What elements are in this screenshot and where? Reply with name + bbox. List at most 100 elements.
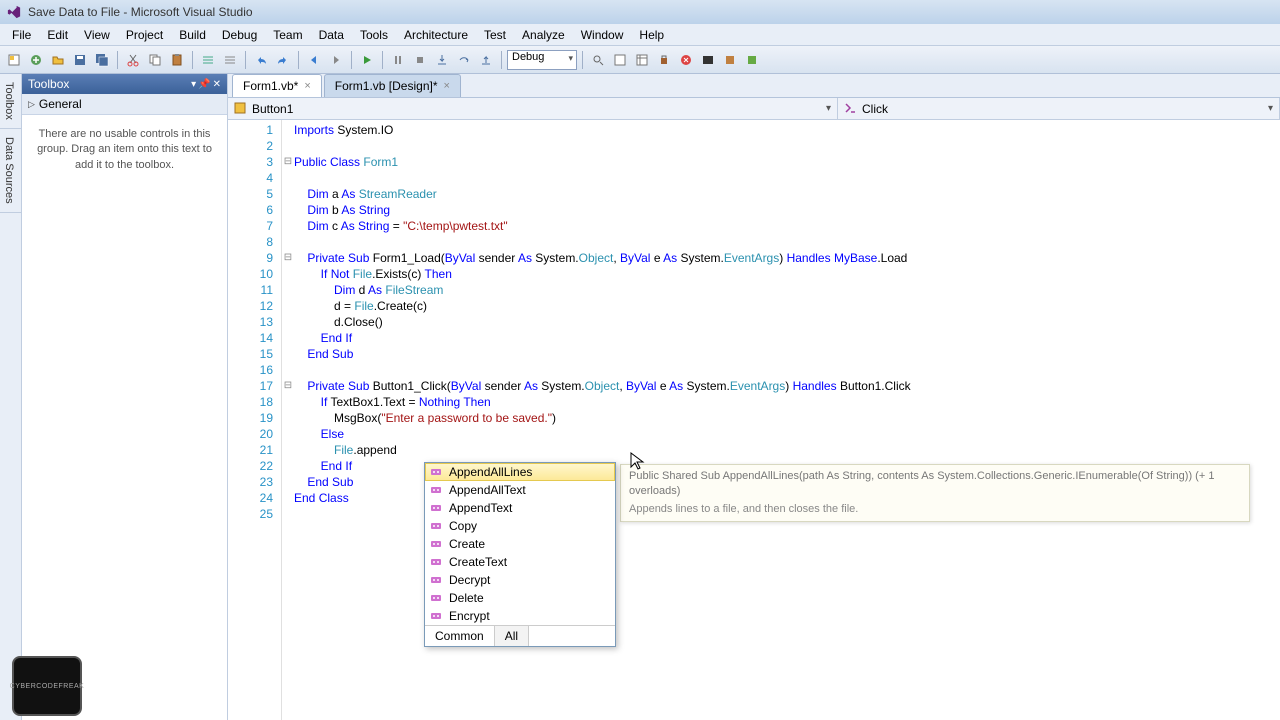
- intellisense-item[interactable]: AppendText: [425, 499, 615, 517]
- close-icon[interactable]: ×: [444, 80, 450, 92]
- menu-debug[interactable]: Debug: [214, 26, 265, 44]
- intellisense-item[interactable]: AppendAllLines: [425, 463, 615, 481]
- intellisense-tab-common[interactable]: Common: [425, 626, 495, 646]
- code-line[interactable]: [294, 234, 1280, 250]
- code-line[interactable]: File.append: [294, 442, 1280, 458]
- undo-button[interactable]: [251, 50, 271, 70]
- start-debug-button[interactable]: [357, 50, 377, 70]
- nav-method-combo[interactable]: Click: [838, 98, 1280, 119]
- method-icon: [429, 555, 443, 569]
- copy-button[interactable]: [145, 50, 165, 70]
- code-line[interactable]: Private Sub Button1_Click(ByVal sender A…: [294, 378, 1280, 394]
- code-line[interactable]: End If: [294, 330, 1280, 346]
- code-line[interactable]: [294, 362, 1280, 378]
- config-combo[interactable]: Debug: [507, 50, 577, 70]
- intellisense-item[interactable]: CreateText: [425, 553, 615, 571]
- paste-button[interactable]: [167, 50, 187, 70]
- properties-button[interactable]: [632, 50, 652, 70]
- toolbox-dropdown-icon[interactable]: ▾: [191, 79, 196, 90]
- fold-toggle[interactable]: ⊟: [282, 250, 294, 266]
- fold-toggle: [282, 442, 294, 458]
- doc-tab[interactable]: Form1.vb [Design]*×: [324, 74, 461, 97]
- nav-fwd-button[interactable]: [326, 50, 346, 70]
- code-line[interactable]: Else: [294, 426, 1280, 442]
- code-line[interactable]: Dim b As String: [294, 202, 1280, 218]
- code-line[interactable]: [294, 138, 1280, 154]
- intellisense-popup[interactable]: AppendAllLinesAppendAllTextAppendTextCop…: [424, 462, 616, 647]
- menu-architecture[interactable]: Architecture: [396, 26, 476, 44]
- nav-back-button[interactable]: [304, 50, 324, 70]
- step-over-button[interactable]: [454, 50, 474, 70]
- nav-class-combo[interactable]: Button1: [228, 98, 838, 119]
- menu-help[interactable]: Help: [631, 26, 672, 44]
- code-line[interactable]: MsgBox("Enter a password to be saved."): [294, 410, 1280, 426]
- open-file-button[interactable]: [48, 50, 68, 70]
- pause-button[interactable]: [388, 50, 408, 70]
- add-item-button[interactable]: [26, 50, 46, 70]
- toolbox-pin-icon[interactable]: 📌: [198, 79, 210, 90]
- outline-column: ⊟ ⊟ ⊟: [282, 120, 294, 720]
- line-number: 7: [228, 218, 273, 234]
- cut-button[interactable]: [123, 50, 143, 70]
- intellisense-list[interactable]: AppendAllLinesAppendAllTextAppendTextCop…: [425, 463, 615, 625]
- redo-button[interactable]: [273, 50, 293, 70]
- save-all-button[interactable]: [92, 50, 112, 70]
- toolbox-close-icon[interactable]: ✕: [213, 79, 221, 90]
- code-line[interactable]: d.Close(): [294, 314, 1280, 330]
- menu-build[interactable]: Build: [171, 26, 214, 44]
- step-out-button[interactable]: [476, 50, 496, 70]
- code-line[interactable]: Imports System.IO: [294, 122, 1280, 138]
- code-line[interactable]: Public Class Form1: [294, 154, 1280, 170]
- toolbox-button[interactable]: [654, 50, 674, 70]
- menu-edit[interactable]: Edit: [39, 26, 76, 44]
- code-line[interactable]: End Sub: [294, 346, 1280, 362]
- find-button[interactable]: [588, 50, 608, 70]
- fold-toggle[interactable]: ⊟: [282, 154, 294, 170]
- doc-tab[interactable]: Form1.vb*×: [232, 74, 322, 97]
- test-button[interactable]: [742, 50, 762, 70]
- solution-explorer-button[interactable]: [610, 50, 630, 70]
- fold-toggle[interactable]: ⊟: [282, 378, 294, 394]
- intellisense-item[interactable]: Create: [425, 535, 615, 553]
- menu-tools[interactable]: Tools: [352, 26, 396, 44]
- fold-toggle: [282, 218, 294, 234]
- error-list-button[interactable]: [676, 50, 696, 70]
- line-number: 2: [228, 138, 273, 154]
- intellisense-tab-all[interactable]: All: [495, 626, 529, 646]
- code-line[interactable]: Dim d As FileStream: [294, 282, 1280, 298]
- side-tab-toolbox[interactable]: Toolbox: [0, 74, 21, 129]
- step-into-button[interactable]: [432, 50, 452, 70]
- stop-button[interactable]: [410, 50, 430, 70]
- code-line[interactable]: If TextBox1.Text = Nothing Then: [294, 394, 1280, 410]
- extension-button[interactable]: [720, 50, 740, 70]
- intellisense-item[interactable]: Encrypt: [425, 607, 615, 625]
- menu-view[interactable]: View: [76, 26, 118, 44]
- menu-file[interactable]: File: [4, 26, 39, 44]
- code-line[interactable]: Dim c As String = "C:\temp\pwtest.txt": [294, 218, 1280, 234]
- code-line[interactable]: Private Sub Form1_Load(ByVal sender As S…: [294, 250, 1280, 266]
- code-line[interactable]: Dim a As StreamReader: [294, 186, 1280, 202]
- new-project-button[interactable]: [4, 50, 24, 70]
- menu-team[interactable]: Team: [265, 26, 310, 44]
- menu-project[interactable]: Project: [118, 26, 171, 44]
- intellisense-item[interactable]: AppendAllText: [425, 481, 615, 499]
- menu-window[interactable]: Window: [573, 26, 632, 44]
- menu-analyze[interactable]: Analyze: [514, 26, 573, 44]
- menu-data[interactable]: Data: [311, 26, 352, 44]
- fold-toggle: [282, 362, 294, 378]
- intellisense-item[interactable]: Copy: [425, 517, 615, 535]
- side-tab-data-sources[interactable]: Data Sources: [0, 129, 21, 213]
- comment-button[interactable]: [198, 50, 218, 70]
- code-line[interactable]: d = File.Create(c): [294, 298, 1280, 314]
- intellisense-item[interactable]: Decrypt: [425, 571, 615, 589]
- code-line[interactable]: [294, 170, 1280, 186]
- code-line[interactable]: If Not File.Exists(c) Then: [294, 266, 1280, 282]
- toolbox-section-general[interactable]: General: [22, 94, 227, 115]
- code-editor[interactable]: 1234567891011121314151617181920212223242…: [228, 120, 1280, 720]
- close-icon[interactable]: ×: [304, 80, 310, 92]
- intellisense-item[interactable]: Delete: [425, 589, 615, 607]
- menu-test[interactable]: Test: [476, 26, 514, 44]
- save-button[interactable]: [70, 50, 90, 70]
- uncomment-button[interactable]: [220, 50, 240, 70]
- immediate-button[interactable]: [698, 50, 718, 70]
